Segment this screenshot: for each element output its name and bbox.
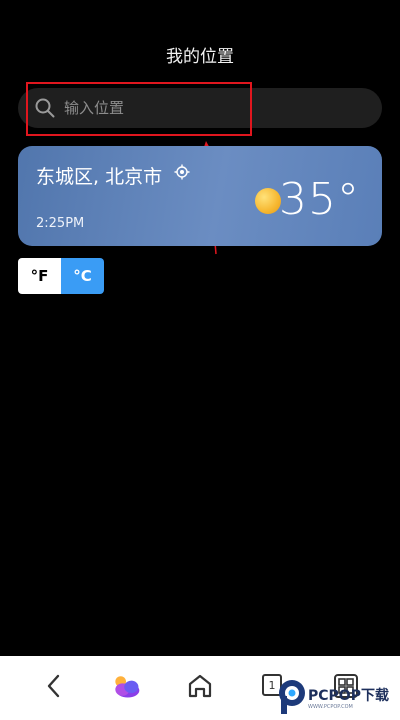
nav-home[interactable] [184, 670, 216, 702]
annotation-highlight-box [26, 82, 252, 136]
weather-card[interactable]: 东城区, 北京市 2:25PM 35° [18, 146, 382, 246]
unit-toggle: °F °C [18, 258, 104, 294]
fahrenheit-button[interactable]: °F [18, 258, 61, 294]
locate-icon [174, 164, 190, 180]
tab-count: 1 [268, 678, 276, 692]
nav-weather-app[interactable] [110, 670, 142, 702]
celsius-button[interactable]: °C [61, 258, 104, 294]
home-icon [188, 674, 212, 698]
watermark-text: PCPOP下载 [308, 688, 389, 704]
nav-back[interactable] [38, 670, 70, 702]
local-time: 2:25PM [36, 216, 85, 231]
page-title: 我的位置 [166, 47, 234, 67]
temperature: 35° [279, 174, 360, 225]
watermark: PCPOP下载 WWW.PCPOP.COM [276, 676, 400, 720]
back-icon [47, 674, 60, 698]
sun-icon [255, 188, 281, 214]
watermark-logo-icon [279, 680, 305, 714]
weather-app-icon [115, 676, 140, 698]
city-name: 东城区, 北京市 [36, 166, 163, 188]
watermark-subtext: WWW.PCPOP.COM [308, 704, 353, 710]
